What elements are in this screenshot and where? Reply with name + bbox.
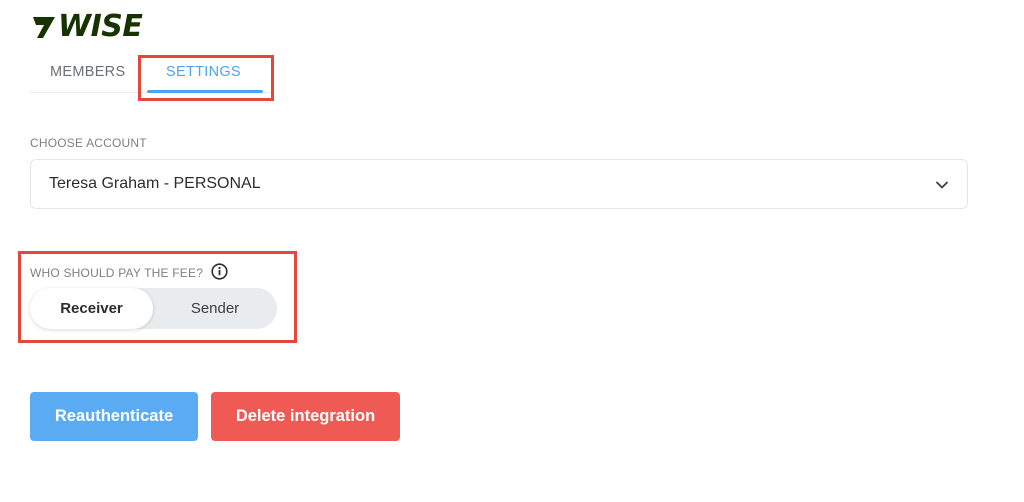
tab-members[interactable]: MEMBERS	[50, 64, 125, 80]
wise-flag-icon	[33, 17, 55, 38]
choose-account-label: CHOOSE ACCOUNT	[30, 136, 147, 150]
account-selected-value: Teresa Graham - PERSONAL	[49, 175, 261, 192]
account-select[interactable]: Teresa Graham - PERSONAL	[30, 159, 968, 209]
reauthenticate-button[interactable]: Reauthenticate	[30, 392, 198, 441]
chevron-down-icon	[936, 181, 948, 189]
settings-page: WISE MEMBERS SETTINGS CHOOSE ACCOUNT Ter…	[0, 0, 1024, 502]
highlight-settings-tab	[138, 55, 274, 101]
highlight-fee-section	[18, 251, 297, 343]
wise-logo: WISE	[30, 9, 143, 44]
delete-integration-button[interactable]: Delete integration	[211, 392, 400, 441]
logo-wordmark: WISE	[58, 9, 143, 44]
